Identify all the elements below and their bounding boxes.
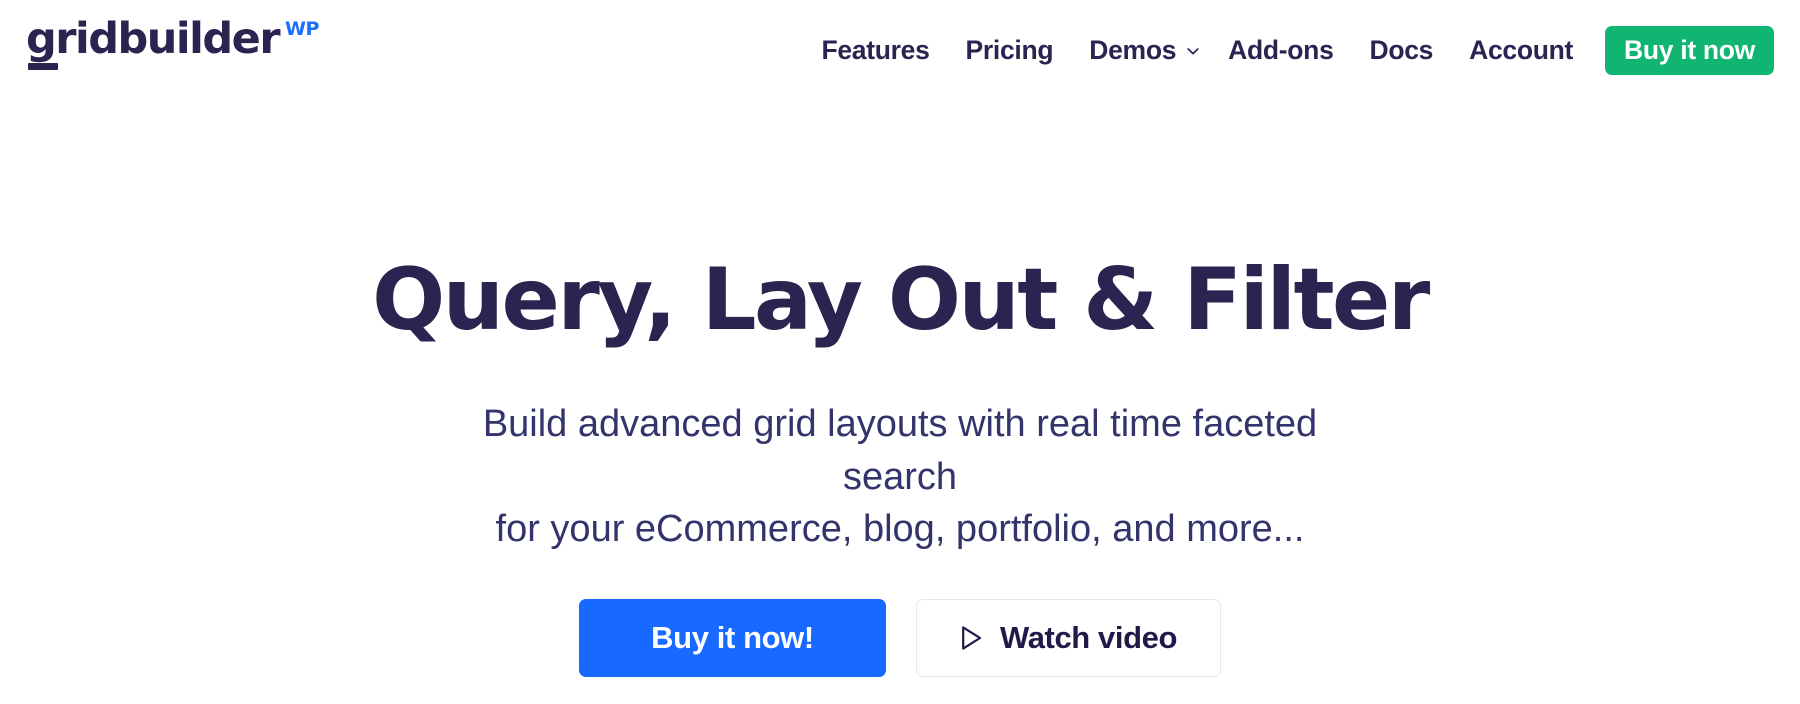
nav-item-features[interactable]: Features — [803, 29, 947, 73]
logo-wordmark: gridbuilder — [26, 14, 281, 64]
nav-item-add-ons[interactable]: Add-ons — [1210, 29, 1351, 73]
hero-action-buttons: Buy it now! Watch video — [579, 599, 1221, 678]
nav-item-label: Demos — [1089, 35, 1177, 65]
logo-wp-suffix: WP — [285, 18, 319, 40]
nav-item-label: Pricing — [965, 35, 1054, 65]
main-navigation: Features Pricing Demos Add-ons Docs Acco… — [803, 26, 1774, 75]
hero-watch-video-button[interactable]: Watch video — [916, 599, 1221, 678]
hero-watch-video-label: Watch video — [999, 620, 1178, 656]
nav-item-label: Docs — [1369, 35, 1434, 65]
chevron-down-icon — [1186, 44, 1200, 58]
nav-item-account[interactable]: Account — [1451, 29, 1591, 73]
hero-subtitle-line-1: Build advanced grid layouts with real ti… — [482, 403, 1318, 498]
hero-section: Query, Lay Out & Filter Build advanced g… — [0, 110, 1800, 704]
nav-item-label: Add-ons — [1228, 35, 1334, 65]
site-header: gridbuilder WP Features Pricing Demos Ad… — [0, 0, 1800, 110]
site-logo[interactable]: gridbuilder WP — [26, 14, 319, 70]
hero-subtitle-line-2: for your eCommerce, blog, portfolio, and… — [495, 508, 1305, 551]
logo-mark: gridbuilder — [26, 14, 281, 70]
nav-item-demos[interactable]: Demos — [1071, 29, 1210, 73]
play-icon — [960, 625, 983, 651]
nav-item-pricing[interactable]: Pricing — [948, 29, 1072, 73]
header-buy-it-now-button[interactable]: Buy it now — [1605, 26, 1774, 75]
nav-item-label: Features — [821, 35, 930, 65]
nav-item-label: Account — [1469, 35, 1574, 65]
hero-title: Query, Lay Out & Filter — [372, 250, 1430, 350]
logo-underbar-icon — [28, 63, 58, 70]
hero-subtitle: Build advanced grid layouts with real ti… — [450, 398, 1350, 555]
hero-buy-it-now-button[interactable]: Buy it now! — [579, 599, 886, 678]
nav-item-docs[interactable]: Docs — [1352, 29, 1452, 73]
